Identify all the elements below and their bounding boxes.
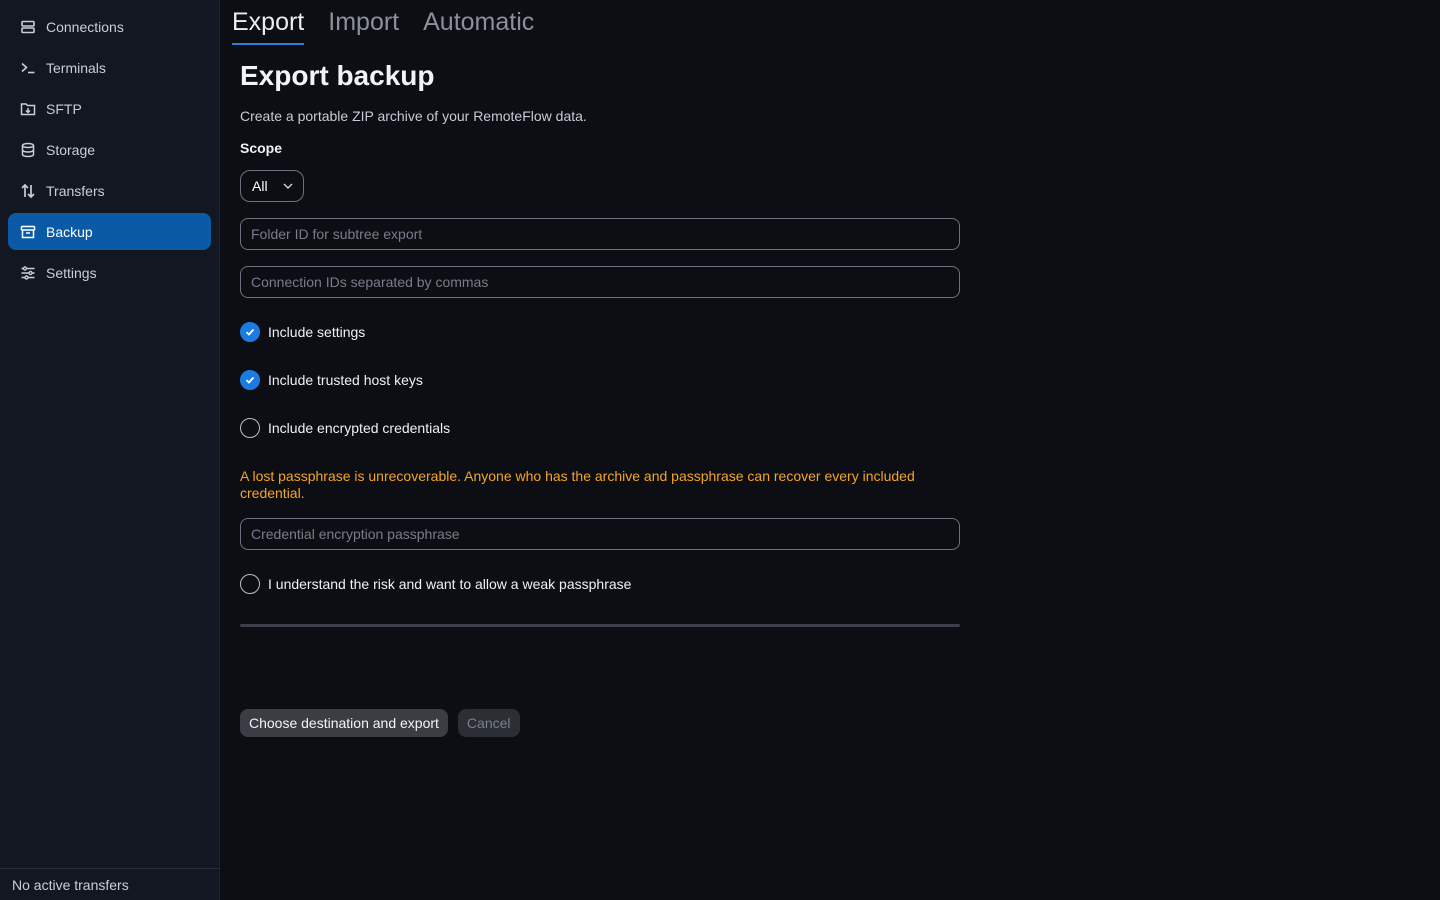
page-description: Create a portable ZIP archive of your Re… (240, 108, 587, 124)
sidebar-item-label: Storage (46, 141, 96, 158)
database-icon (20, 142, 36, 158)
chevron-down-icon (283, 183, 293, 189)
sidebar-item-transfers[interactable]: Transfers (8, 172, 211, 209)
action-buttons: Choose destination and export Cancel (240, 709, 960, 737)
checkbox-label: Include encrypted credentials (268, 420, 451, 436)
checkmark-icon (240, 322, 260, 342)
sliders-icon (20, 265, 36, 281)
weak-passphrase-checkbox[interactable]: I understand the risk and want to allow … (240, 574, 960, 594)
connection-ids-input[interactable] (240, 266, 960, 298)
export-button[interactable]: Choose destination and export (240, 709, 448, 737)
sidebar-item-terminals[interactable]: Terminals (8, 49, 211, 86)
scope-label: Scope (240, 140, 283, 156)
sidebar-item-backup[interactable]: Backup (8, 213, 211, 250)
scope-select-value: All (252, 178, 268, 194)
unchecked-circle-icon (240, 574, 260, 594)
passphrase-input[interactable] (240, 518, 960, 550)
folder-transfer-icon (20, 101, 36, 117)
transfer-arrows-icon (20, 183, 36, 199)
sidebar-item-label: Settings (46, 264, 97, 281)
tab-import[interactable]: Import (328, 8, 399, 45)
checkbox-label: I understand the risk and want to allow … (268, 576, 632, 592)
tab-bar: Export Import Automatic (232, 8, 558, 45)
tab-export[interactable]: Export (232, 8, 305, 45)
main-panel: Export Import Automatic Export backup Cr… (220, 0, 1440, 900)
include-settings-checkbox[interactable]: Include settings (240, 322, 960, 342)
include-host-keys-checkbox[interactable]: Include trusted host keys (240, 370, 960, 390)
server-icon (20, 19, 36, 35)
archive-icon (20, 224, 36, 240)
cancel-button[interactable]: Cancel (457, 709, 520, 737)
transfer-status: No active transfers (0, 868, 219, 900)
terminal-icon (20, 60, 36, 76)
sidebar-item-label: Terminals (46, 59, 106, 76)
sidebar-item-sftp[interactable]: SFTP (8, 90, 211, 127)
sidebar-item-label: Transfers (46, 182, 105, 199)
export-form: Export backup Create a portable ZIP arch… (240, 58, 960, 737)
sidebar-nav: Connections Terminals SFTP Storage Trans… (8, 8, 211, 295)
sidebar-item-label: Connections (46, 18, 124, 35)
include-credentials-checkbox[interactable]: Include encrypted credentials (240, 418, 960, 438)
checkbox-label: Include settings (268, 324, 366, 340)
unchecked-circle-icon (240, 418, 260, 438)
sidebar-item-storage[interactable]: Storage (8, 131, 211, 168)
sidebar-item-label: SFTP (46, 100, 82, 117)
checkmark-icon (240, 370, 260, 390)
sidebar: Connections Terminals SFTP Storage Trans… (0, 0, 220, 900)
checkbox-label: Include trusted host keys (268, 372, 423, 388)
sidebar-item-connections[interactable]: Connections (8, 8, 211, 45)
sidebar-item-label: Backup (46, 223, 93, 240)
scope-select[interactable]: All (240, 170, 304, 202)
tab-automatic[interactable]: Automatic (423, 8, 534, 45)
export-progress-bar (240, 624, 960, 627)
passphrase-warning: A lost passphrase is unrecoverable. Anyo… (240, 468, 915, 501)
folder-id-input[interactable] (240, 218, 960, 250)
page-title: Export backup (240, 60, 435, 91)
sidebar-item-settings[interactable]: Settings (8, 254, 211, 291)
